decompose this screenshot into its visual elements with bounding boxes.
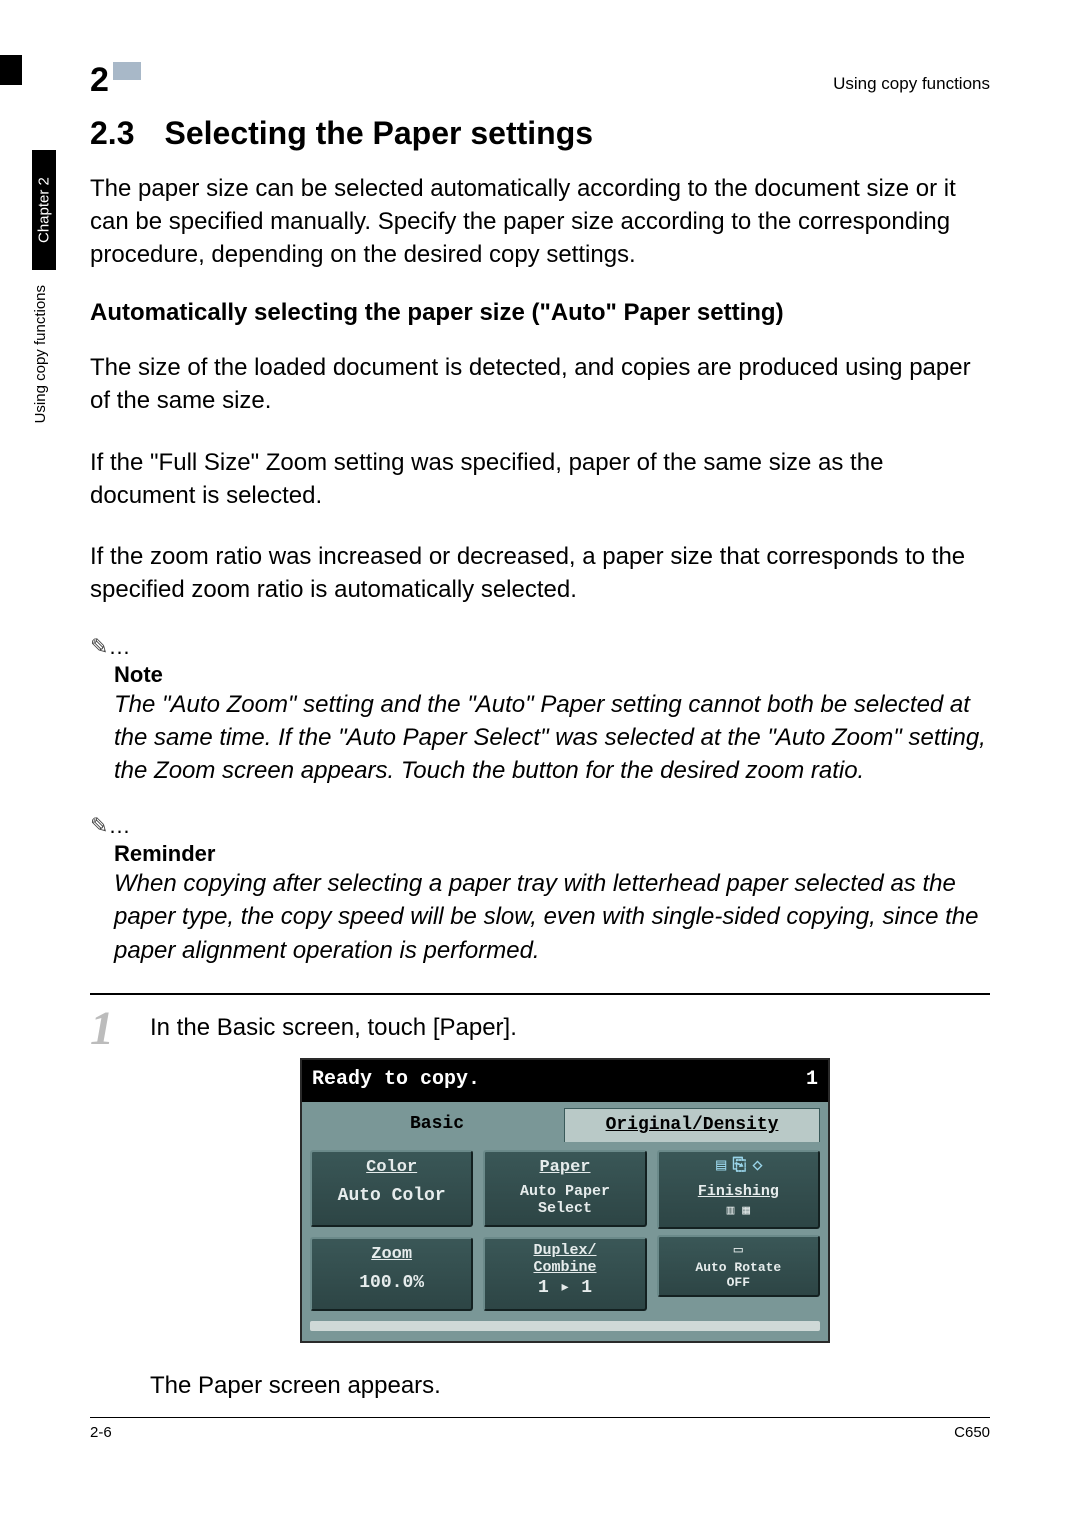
subsection-heading: Automatically selecting the paper size (… bbox=[90, 299, 990, 327]
finishing-sub-icons: ▥ ▦ bbox=[661, 1202, 816, 1220]
paper-button-value-l1: Auto Paper bbox=[489, 1184, 640, 1201]
chapter-number-box: 2 bbox=[90, 55, 141, 94]
chapter-tab: Chapter 2 bbox=[32, 150, 56, 270]
paper-button-title: Paper bbox=[489, 1156, 640, 1180]
step-after-text: The Paper screen appears. bbox=[150, 1369, 990, 1403]
auto-rotate-l2: OFF bbox=[661, 1276, 816, 1290]
note-label: Note bbox=[114, 662, 990, 688]
page-icon: ▭ bbox=[661, 1240, 816, 1261]
chapter-number: 2 bbox=[90, 61, 109, 100]
tab-basic[interactable]: Basic bbox=[310, 1108, 564, 1142]
finishing-button[interactable]: ▤ ⎘ ◇ Finishing ▥ ▦ bbox=[657, 1150, 820, 1229]
paper-button-value-l2: Select bbox=[489, 1201, 640, 1218]
section-number: 2.3 bbox=[90, 115, 134, 152]
pencil-icon: ✎ bbox=[90, 813, 108, 838]
auto-rotate-l1: Auto Rotate bbox=[661, 1261, 816, 1275]
page-footer: 2-6 C650 bbox=[90, 1417, 990, 1441]
step-1: 1 In the Basic screen, touch [Paper]. Re… bbox=[90, 1011, 990, 1403]
paragraph-1: The size of the loaded document is detec… bbox=[90, 351, 990, 417]
note-block: ✎… Note The "Auto Zoom" setting and the … bbox=[90, 634, 990, 787]
color-button-title: Color bbox=[316, 1156, 467, 1180]
step-body: In the Basic screen, touch [Paper]. Read… bbox=[150, 1011, 990, 1403]
finishing-label: Finishing bbox=[661, 1181, 816, 1202]
reminder-label: Reminder bbox=[114, 841, 990, 867]
step-separator bbox=[90, 993, 990, 995]
page-number: 2-6 bbox=[90, 1424, 112, 1441]
side-tabs: Chapter 2 Using copy functions bbox=[32, 150, 56, 670]
reminder-body: When copying after selecting a paper tra… bbox=[114, 867, 990, 966]
status-text: Ready to copy. bbox=[312, 1066, 480, 1094]
paragraph-2: If the "Full Size" Zoom setting was spec… bbox=[90, 446, 990, 512]
pencil-icon: ✎ bbox=[90, 634, 108, 659]
side-running-title: Using copy functions bbox=[32, 285, 56, 423]
duplex-combine-button[interactable]: Duplex/ Combine 1 ▸ 1 bbox=[483, 1237, 646, 1311]
zoom-button[interactable]: Zoom 100.0% bbox=[310, 1237, 473, 1311]
step-text: In the Basic screen, touch [Paper]. bbox=[150, 1011, 990, 1045]
reminder-block: ✎… Reminder When copying after selecting… bbox=[90, 813, 990, 966]
step-number: 1 bbox=[90, 1005, 150, 1053]
auto-rotate-button[interactable]: ▭ Auto Rotate OFF bbox=[657, 1235, 820, 1297]
note-body: The "Auto Zoom" setting and the "Auto" P… bbox=[114, 688, 990, 787]
duplex-title-l1: Duplex/ bbox=[489, 1243, 640, 1260]
finishing-icons: ▤ ⎘ ◇ bbox=[661, 1155, 816, 1179]
tab-original-density[interactable]: Original/Density bbox=[564, 1108, 820, 1142]
copier-basic-screen: Ready to copy. 1 Basic Original/Density … bbox=[300, 1058, 830, 1343]
color-button[interactable]: Color Auto Color bbox=[310, 1150, 473, 1227]
paper-button[interactable]: Paper Auto Paper Select bbox=[483, 1150, 646, 1227]
section-heading: 2.3 Selecting the Paper settings bbox=[90, 115, 990, 152]
color-button-value: Auto Color bbox=[316, 1184, 467, 1209]
ui-titlebar: Ready to copy. 1 bbox=[302, 1060, 828, 1102]
duplex-value: 1 ▸ 1 bbox=[489, 1276, 640, 1301]
model-code: C650 bbox=[954, 1424, 990, 1441]
ui-screenshot: Ready to copy. 1 Basic Original/Density … bbox=[140, 1058, 990, 1343]
page-content: 2.3 Selecting the Paper settings The pape… bbox=[90, 115, 990, 1403]
intro-paragraph: The paper size can be selected automatic… bbox=[90, 172, 990, 271]
page-header: 2 Using copy functions bbox=[90, 55, 990, 94]
ellipsis-icon: … bbox=[108, 634, 132, 659]
copy-count: 1 bbox=[806, 1066, 818, 1094]
chapter-number-bar bbox=[113, 62, 141, 80]
ellipsis-icon: … bbox=[108, 813, 132, 838]
page-edge-tab bbox=[0, 55, 22, 85]
zoom-button-title: Zoom bbox=[316, 1243, 467, 1267]
running-header: Using copy functions bbox=[833, 74, 990, 94]
paragraph-3: If the zoom ratio was increased or decre… bbox=[90, 540, 990, 606]
section-title: Selecting the Paper settings bbox=[164, 115, 593, 151]
zoom-button-value: 100.0% bbox=[316, 1271, 467, 1296]
duplex-title-l2: Combine bbox=[489, 1260, 640, 1277]
ui-bottom-bar bbox=[310, 1321, 820, 1331]
